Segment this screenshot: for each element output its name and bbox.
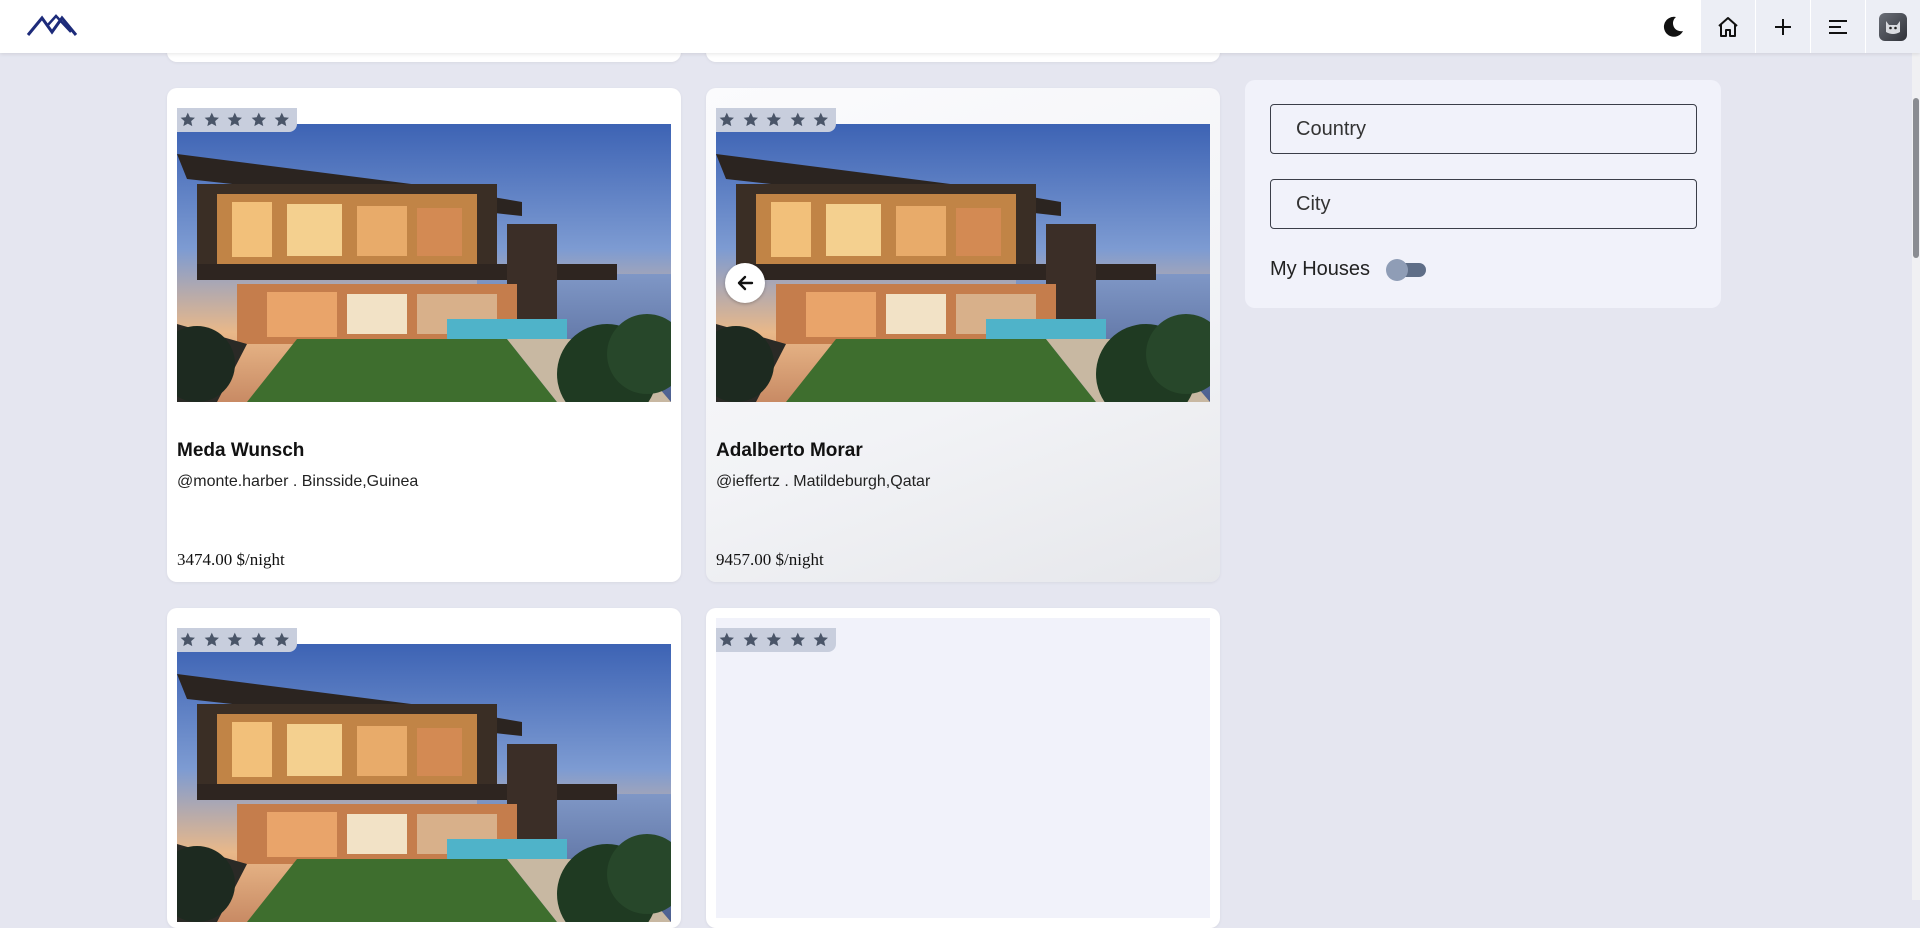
- star-rating: [716, 108, 836, 132]
- star-icon: [789, 111, 807, 129]
- star-icon: [812, 111, 830, 129]
- scrollbar-thumb[interactable]: [1913, 98, 1919, 258]
- star-icon: [179, 631, 197, 649]
- city-input[interactable]: [1270, 179, 1697, 229]
- host-handle-location: @ieffertz . Matildeburgh,Qatar: [716, 473, 931, 490]
- listing-photo[interactable]: [177, 124, 671, 402]
- star-icon: [718, 631, 736, 649]
- price-per-night: 9457.00 $/night: [716, 550, 824, 569]
- host-name: Adalberto Morar: [716, 440, 863, 461]
- page-scrollbar[interactable]: [1912, 53, 1920, 900]
- home-button[interactable]: [1701, 0, 1755, 53]
- star-icon: [742, 111, 760, 129]
- cat-avatar-icon: [1886, 20, 1900, 34]
- star-icon: [273, 631, 291, 649]
- star-icon: [203, 111, 221, 129]
- star-rating: [177, 108, 297, 132]
- previous-photo-button[interactable]: [725, 263, 765, 303]
- menu-button[interactable]: [1811, 0, 1865, 53]
- star-icon: [179, 111, 197, 129]
- menu-icon: [1829, 19, 1847, 34]
- home-icon: [1718, 16, 1738, 37]
- add-listing-button[interactable]: [1756, 0, 1810, 53]
- listing-photo-placeholder[interactable]: [716, 618, 1210, 918]
- country-input[interactable]: [1270, 104, 1697, 154]
- arrow-left-icon: [737, 275, 754, 291]
- star-icon: [250, 111, 268, 129]
- avatar: [1879, 12, 1907, 41]
- my-houses-toggle[interactable]: [1386, 257, 1427, 281]
- star-icon: [812, 631, 830, 649]
- star-icon: [718, 111, 736, 129]
- my-houses-label: My Houses: [1270, 257, 1371, 280]
- star-icon: [765, 631, 783, 649]
- star-icon: [226, 111, 244, 129]
- star-rating: [716, 628, 836, 652]
- star-icon: [203, 631, 221, 649]
- star-icon: [273, 111, 291, 129]
- listing-photo[interactable]: [716, 124, 1210, 402]
- profile-button[interactable]: [1866, 0, 1920, 53]
- star-icon: [226, 631, 244, 649]
- filter-panel: My Houses: [1245, 80, 1721, 308]
- star-icon: [789, 631, 807, 649]
- mountain-logo-icon[interactable]: [25, 10, 79, 40]
- header-actions: [1645, 0, 1920, 53]
- host-handle-location: @monte.harber . Binsside,Guinea: [177, 473, 419, 490]
- listing-card[interactable]: [167, 608, 681, 928]
- host-name: Meda Wunsch: [177, 440, 305, 461]
- star-icon: [250, 631, 268, 649]
- moon-icon: [1663, 16, 1683, 37]
- listing-card[interactable]: Adalberto Morar @ieffertz . Matildeburgh…: [706, 88, 1220, 582]
- listing-card[interactable]: [706, 608, 1220, 928]
- toggle-knob: [1386, 259, 1409, 281]
- listing-card[interactable]: Meda Wunsch @monte.harber . Binsside,Gui…: [167, 88, 681, 582]
- star-icon: [742, 631, 760, 649]
- price-per-night: 3474.00 $/night: [177, 550, 285, 569]
- star-icon: [765, 111, 783, 129]
- theme-toggle-button[interactable]: [1646, 0, 1700, 53]
- plus-icon: [1775, 18, 1791, 35]
- star-rating: [177, 628, 297, 652]
- my-houses-row: My Houses: [1270, 257, 1427, 281]
- top-navigation-bar: [0, 0, 1920, 53]
- listing-photo[interactable]: [177, 644, 671, 922]
